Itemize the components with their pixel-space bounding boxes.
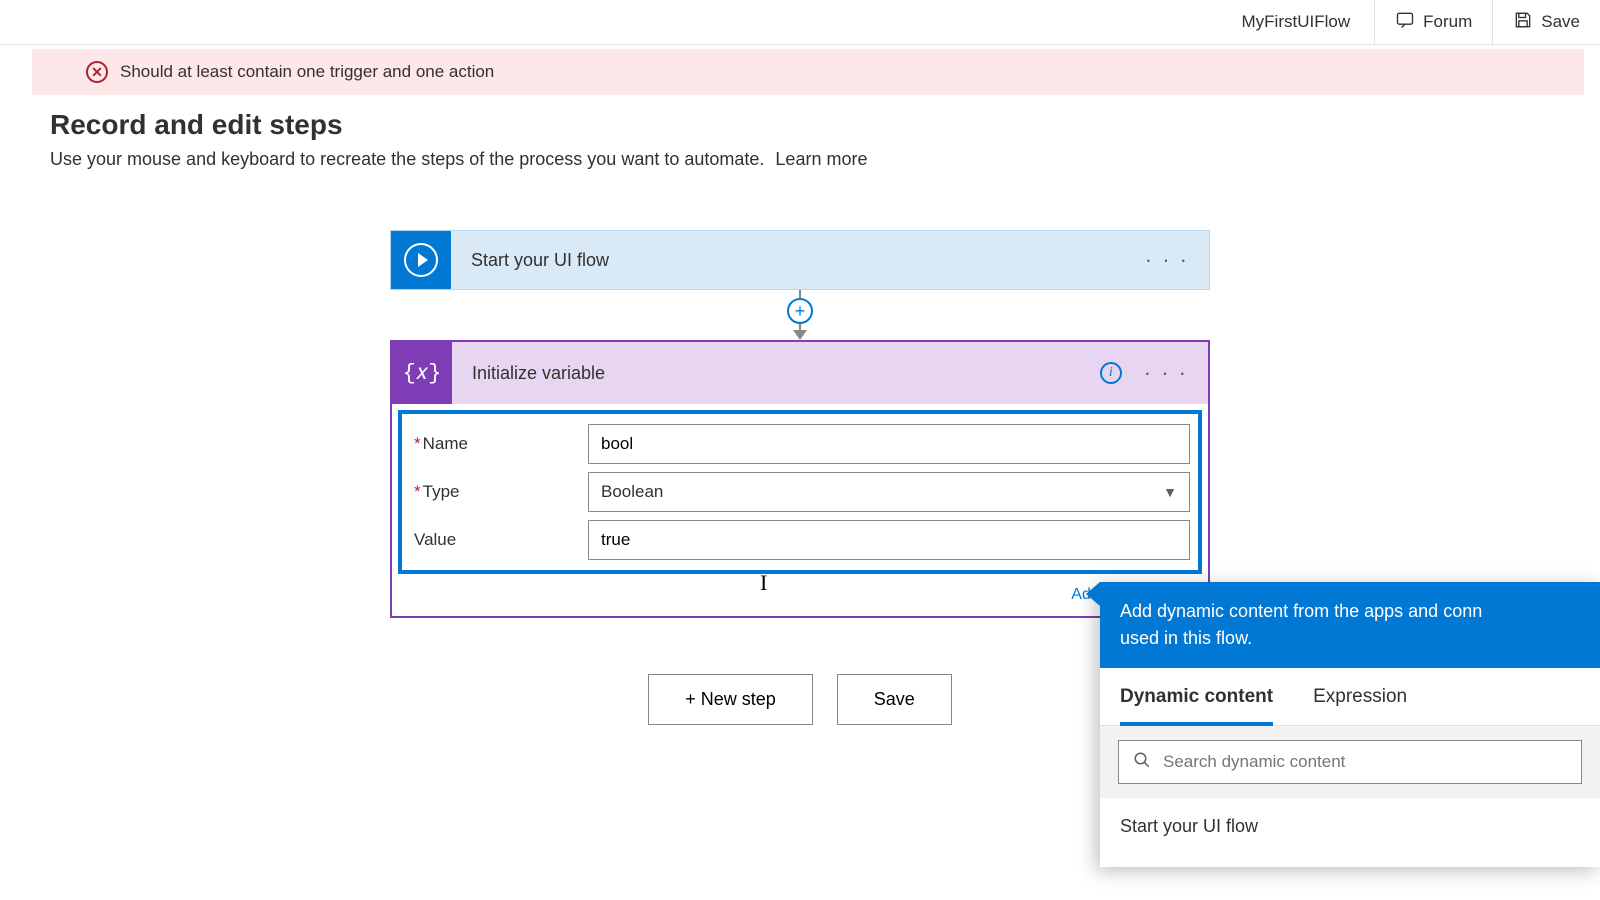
footer-buttons: + New step Save [648, 674, 952, 725]
start-step-menu[interactable]: · · · [1137, 247, 1197, 273]
name-label: Name [423, 434, 468, 453]
variable-form: *Name *Type Boolean ▼ Value [398, 410, 1202, 574]
type-value: Boolean [601, 482, 663, 502]
value-label: Value [414, 530, 456, 549]
variable-step-menu[interactable]: · · · [1136, 360, 1196, 386]
variable-icon: {𝑥} [403, 361, 442, 386]
connector: + [793, 290, 807, 340]
forum-button[interactable]: Forum [1374, 0, 1492, 45]
value-input[interactable] [588, 520, 1190, 560]
play-icon [404, 243, 438, 277]
insert-step-button[interactable]: + [787, 298, 813, 324]
save-label-top: Save [1541, 12, 1580, 32]
chat-icon [1395, 10, 1415, 35]
flyout-section-title: Start your UI flow [1100, 798, 1600, 867]
name-row: *Name [410, 424, 1190, 464]
initialize-variable-card: {𝑥} Initialize variable i · · · *Name *T… [390, 340, 1210, 618]
start-step-icon-box [391, 231, 451, 289]
page-subtitle: Use your mouse and keyboard to recreate … [50, 149, 764, 169]
save-icon [1513, 10, 1533, 35]
start-step-title: Start your UI flow [463, 250, 609, 271]
initialize-variable-title: Initialize variable [464, 363, 605, 384]
error-banner: ✕ Should at least contain one trigger an… [32, 49, 1584, 95]
forum-label: Forum [1423, 12, 1472, 32]
info-icon[interactable]: i [1100, 362, 1122, 384]
flyout-tabs: Dynamic content Expression [1100, 668, 1600, 726]
start-step-card[interactable]: Start your UI flow · · · [390, 230, 1210, 290]
new-step-button[interactable]: + New step [648, 674, 813, 725]
page-title: Record and edit steps [50, 109, 1550, 141]
initialize-variable-header[interactable]: {𝑥} Initialize variable i · · · [392, 342, 1208, 404]
type-row: *Type Boolean ▼ [410, 472, 1190, 512]
type-select[interactable]: Boolean ▼ [588, 472, 1190, 512]
flow-name-text: MyFirstUIFlow [1242, 12, 1351, 32]
text-cursor-icon: I [760, 570, 767, 596]
type-label: Type [423, 482, 460, 501]
error-message: Should at least contain one trigger and … [120, 62, 494, 82]
dynamic-content-flyout: Add dynamic content from the apps and co… [1100, 582, 1600, 867]
page-header: Record and edit steps [0, 99, 1600, 149]
page-subtitle-row: Use your mouse and keyboard to recreate … [0, 149, 1600, 170]
name-input[interactable] [588, 424, 1190, 464]
dynamic-content-search-input[interactable] [1163, 752, 1567, 772]
learn-more-link[interactable]: Learn more [775, 149, 867, 169]
save-button[interactable]: Save [837, 674, 952, 725]
flyout-search [1118, 740, 1582, 784]
search-icon [1133, 751, 1151, 774]
value-row: Value [410, 520, 1190, 560]
tab-expression[interactable]: Expression [1313, 686, 1407, 725]
tab-dynamic-content[interactable]: Dynamic content [1120, 686, 1273, 726]
flyout-pointer-icon [1086, 582, 1100, 606]
error-icon: ✕ [86, 61, 108, 83]
flyout-header: Add dynamic content from the apps and co… [1100, 582, 1600, 668]
chevron-down-icon: ▼ [1163, 484, 1177, 500]
top-bar: MyFirstUIFlow Forum Save [0, 0, 1600, 45]
flow-name: MyFirstUIFlow [1222, 0, 1375, 45]
save-button-top[interactable]: Save [1492, 0, 1600, 45]
arrow-down-icon [793, 330, 807, 340]
